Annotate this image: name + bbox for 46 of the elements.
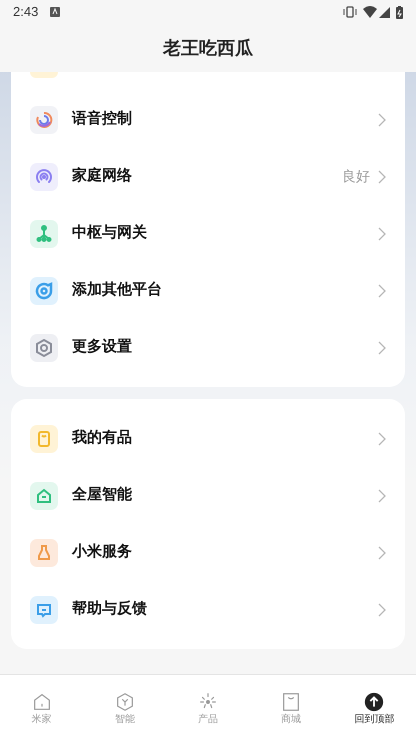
- row-value: 良好: [342, 167, 370, 186]
- chevron-right-icon: [378, 340, 386, 354]
- chevron-right-icon: [378, 226, 386, 240]
- row-label: 更多设置: [72, 337, 133, 358]
- nav-tab[interactable]: 回到顶部: [332, 691, 416, 726]
- bag-icon: [30, 424, 58, 452]
- chevron-right-icon: [378, 488, 386, 502]
- ring-icon: [30, 276, 58, 304]
- row-label: 中枢与网关: [72, 223, 148, 244]
- settings-row[interactable]: 小米服务: [30, 524, 386, 581]
- chat-icon: [30, 596, 58, 624]
- settings-row[interactable]: 语音控制: [30, 91, 386, 148]
- page-title: 老王吃西瓜: [163, 36, 253, 60]
- signal-icon: [30, 162, 58, 190]
- row-label: 小米服务: [72, 542, 133, 562]
- chevron-right-icon: [378, 432, 386, 446]
- settings-row[interactable]: 全屋智能: [30, 467, 386, 524]
- chevron-right-icon: [378, 112, 386, 126]
- row-label: 全屋智能: [72, 485, 133, 506]
- settings-row[interactable]: 我的有品: [30, 410, 386, 467]
- swirl-icon: [30, 106, 58, 134]
- signal-strength-icon: [379, 6, 390, 18]
- chevron-right-icon: [378, 170, 386, 184]
- settings-row[interactable]: 添加其他平台: [30, 262, 386, 319]
- wifi-icon: [363, 6, 377, 18]
- battery-icon: [396, 6, 403, 18]
- settings-row[interactable]: 更多设置: [30, 319, 386, 376]
- vibrate-icon: [342, 6, 358, 18]
- house-icon: [30, 482, 58, 510]
- chevron-right-icon: [378, 546, 386, 560]
- settings-row[interactable]: 帮助与反馈: [30, 581, 386, 638]
- row-label: 帮助与反馈: [72, 599, 148, 620]
- cut-off-icon: [30, 72, 58, 78]
- hexagon-gear-icon: [30, 334, 58, 362]
- row-label: 语音控制: [72, 109, 133, 130]
- settings-row[interactable]: 中枢与网关: [30, 205, 386, 262]
- row-label: 添加其他平台: [72, 280, 163, 300]
- notification-icon: [50, 7, 60, 17]
- status-time: 2:43: [13, 3, 38, 22]
- chevron-right-icon: [378, 284, 386, 298]
- arrow-up-icon: [363, 691, 386, 713]
- hub-icon: [30, 220, 58, 248]
- row-label: 家庭网络: [72, 166, 133, 186]
- row-label: 我的有品: [72, 428, 133, 448]
- chevron-right-icon: [378, 602, 386, 616]
- settings-row[interactable]: 家庭网络 良好: [30, 148, 386, 205]
